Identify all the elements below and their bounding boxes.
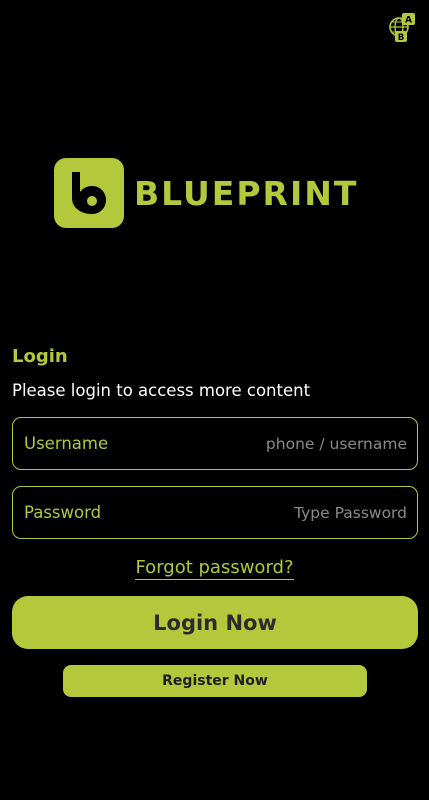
username-field[interactable]: Username	[12, 417, 418, 470]
language-letter-b: B	[398, 33, 404, 42]
login-title: Login	[12, 346, 68, 367]
login-now-button[interactable]: Login Now	[12, 596, 418, 649]
username-input[interactable]	[118, 434, 407, 453]
brand-name: BLUEPRINT	[134, 173, 359, 213]
language-translate-icon: A B	[389, 13, 415, 43]
password-field[interactable]: Password	[12, 486, 418, 539]
language-letter-a: A	[405, 16, 412, 26]
login-subtitle: Please login to access more content	[12, 381, 311, 400]
brand-logo: BLUEPRINT	[54, 157, 358, 229]
register-now-button[interactable]: Register Now	[63, 665, 367, 697]
language-switch-button[interactable]: A B	[387, 12, 417, 43]
username-label: Username	[24, 434, 109, 453]
forgot-password-link[interactable]: Forgot password?	[135, 557, 294, 580]
blueprint-b-logo-icon	[54, 158, 124, 228]
forgot-password-row: Forgot password?	[0, 555, 429, 581]
password-label: Password	[24, 503, 102, 522]
password-input[interactable]	[111, 503, 407, 522]
